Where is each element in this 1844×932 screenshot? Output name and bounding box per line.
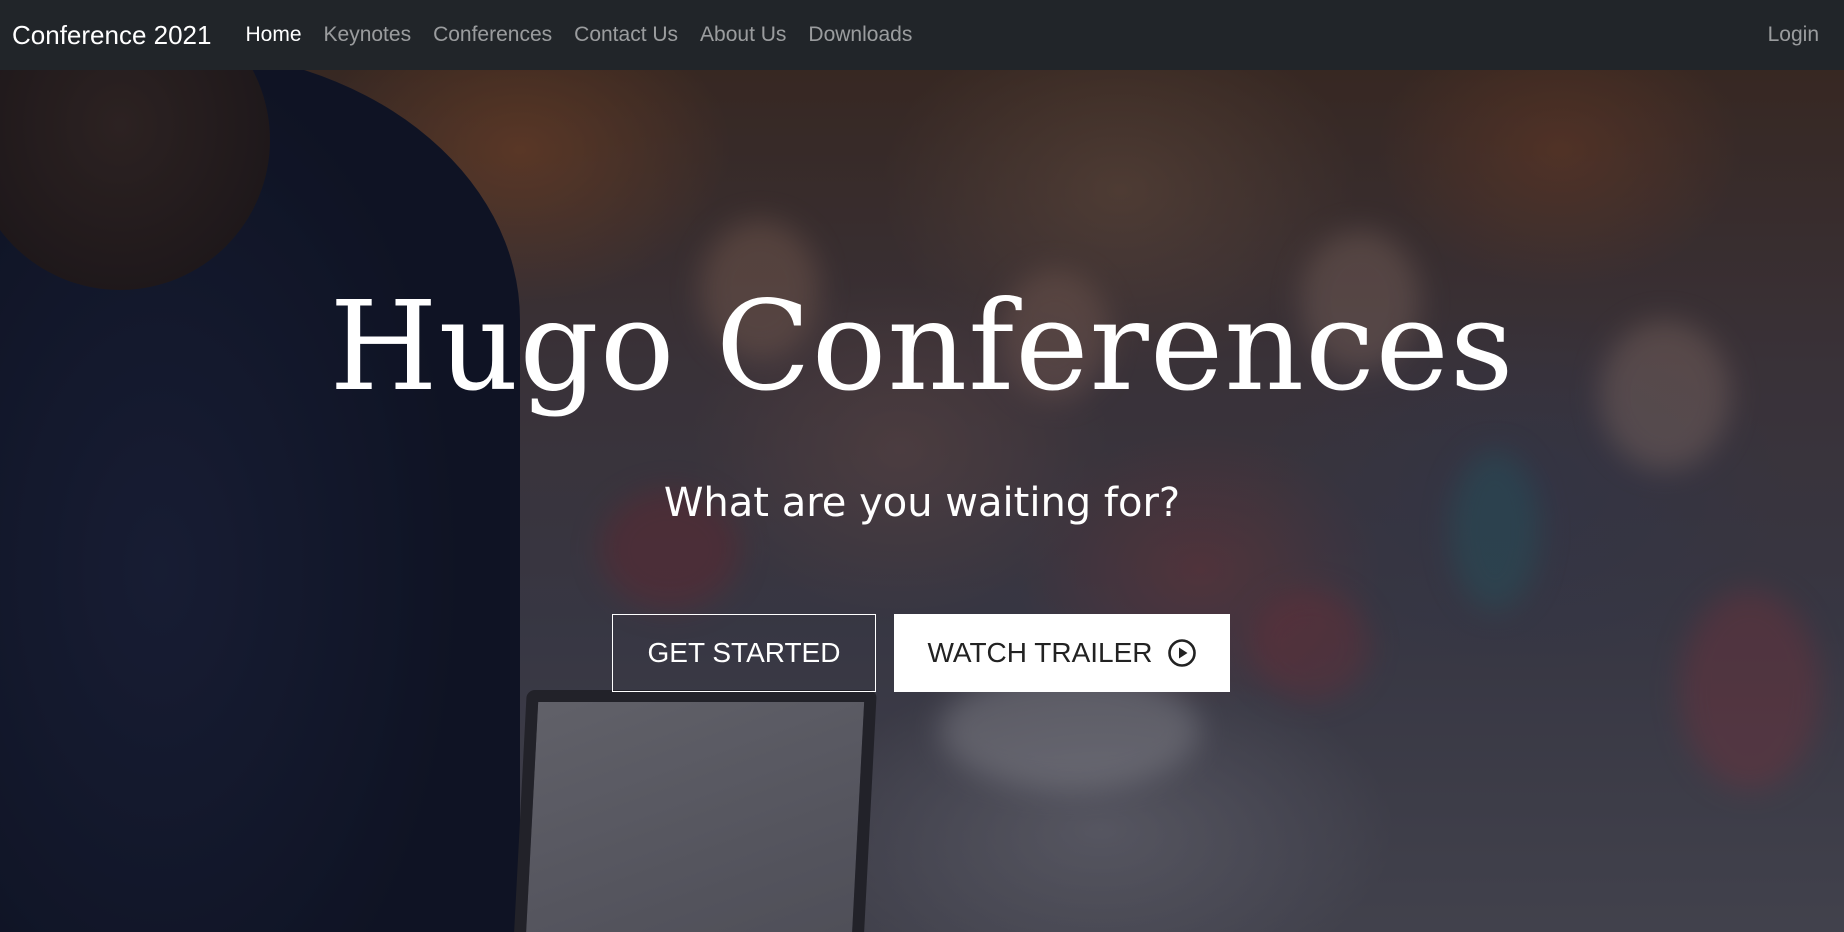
- nav-link-about-us[interactable]: About Us: [700, 23, 786, 47]
- nav-link-contact-us[interactable]: Contact Us: [574, 23, 678, 47]
- watch-trailer-button[interactable]: WATCH TRAILER: [894, 614, 1230, 692]
- login-link[interactable]: Login: [1768, 23, 1819, 47]
- play-circle-icon: [1167, 638, 1197, 668]
- nav-link-downloads[interactable]: Downloads: [808, 23, 912, 47]
- hero-section: Hugo Conferences What are you waiting fo…: [0, 70, 1844, 932]
- hero-title: Hugo Conferences: [329, 275, 1515, 419]
- nav-link-conferences[interactable]: Conferences: [433, 23, 552, 47]
- hero-buttons: GET STARTED WATCH TRAILER: [612, 614, 1230, 692]
- nav-link-keynotes[interactable]: Keynotes: [324, 23, 412, 47]
- brand-link[interactable]: Conference 2021: [12, 20, 211, 51]
- nav-links: Home Keynotes Conferences Contact Us Abo…: [245, 23, 934, 47]
- hero-subtitle: What are you waiting for?: [663, 480, 1181, 526]
- hero-content: Hugo Conferences What are you waiting fo…: [0, 70, 1844, 932]
- get-started-label: GET STARTED: [647, 637, 841, 668]
- get-started-button[interactable]: GET STARTED: [612, 614, 876, 692]
- watch-trailer-label: WATCH TRAILER: [927, 637, 1153, 668]
- nav-link-home[interactable]: Home: [245, 23, 301, 47]
- top-navbar: Conference 2021 Home Keynotes Conference…: [0, 0, 1844, 70]
